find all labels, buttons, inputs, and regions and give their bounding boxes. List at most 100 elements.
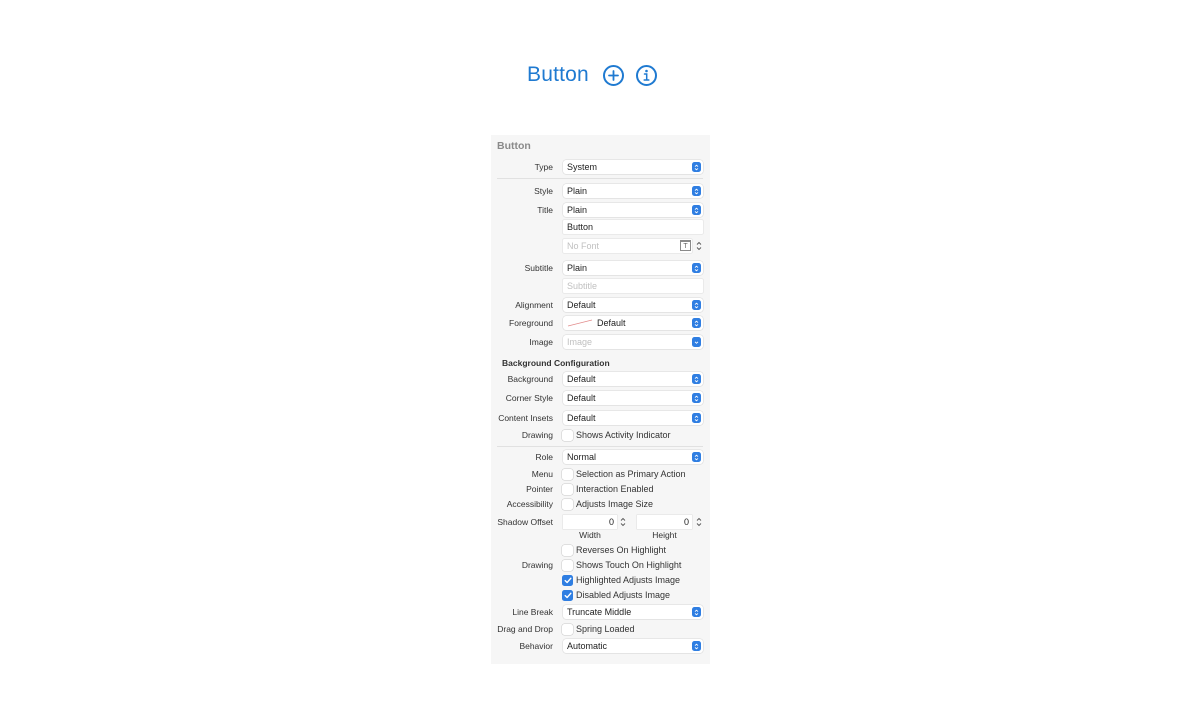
spring-loaded-checkbox[interactable] <box>562 623 573 635</box>
background-select[interactable]: Default <box>563 372 703 386</box>
shadow-height-label: Height <box>652 530 677 540</box>
style-value: Plain <box>567 186 588 196</box>
foreground-value: Default <box>597 318 626 328</box>
foreground-select[interactable]: Default <box>563 316 703 330</box>
adjusts-image-size-checkbox[interactable] <box>562 498 573 510</box>
alignment-row: Alignment Default <box>491 297 710 313</box>
font-placeholder: No Font <box>567 241 600 251</box>
highlighted-adjusts-row: Highlighted Adjusts Image <box>491 573 710 587</box>
role-value: Normal <box>567 452 597 462</box>
corner-style-label: Corner Style <box>505 393 553 403</box>
reverses-row: Reverses On Highlight <box>491 543 710 557</box>
select-stepper-icon <box>692 205 701 215</box>
subtitle-row: Subtitle Plain <box>491 260 710 276</box>
color-swatch-icon <box>567 319 593 327</box>
behavior-value: Automatic <box>567 641 608 651</box>
role-select[interactable]: Normal <box>563 450 703 464</box>
shadow-height-stepper[interactable] <box>695 515 703 529</box>
subtitle-value: Plain <box>567 263 588 273</box>
title-select[interactable]: Plain <box>563 203 703 217</box>
select-stepper-icon <box>692 374 701 384</box>
behavior-select[interactable]: Automatic <box>563 639 703 653</box>
drawing-label: Drawing <box>521 560 553 570</box>
select-stepper-icon <box>692 413 701 423</box>
image-label: Image <box>529 337 553 347</box>
disabled-adjusts-row: Disabled Adjusts Image <box>491 588 710 602</box>
bg-drawing-label: Drawing <box>521 430 553 440</box>
type-select[interactable]: System <box>563 160 703 174</box>
font-size-stepper[interactable] <box>695 239 703 253</box>
plus-circle-icon[interactable] <box>602 64 624 86</box>
chevron-down-icon[interactable] <box>692 337 701 347</box>
line-break-label: Line Break <box>512 607 553 617</box>
content-insets-select[interactable]: Default <box>563 411 703 425</box>
title-text-field[interactable]: Button <box>563 220 703 234</box>
title-text-value: Button <box>567 222 594 232</box>
line-break-value: Truncate Middle <box>567 607 632 617</box>
shows-touch-on-highlight-checkbox[interactable] <box>562 559 573 571</box>
subtitle-text-field[interactable]: Subtitle <box>563 279 703 293</box>
corner-style-select[interactable]: Default <box>563 391 703 405</box>
image-row: Image Image <box>491 334 710 350</box>
shadow-width-field[interactable]: 0 <box>563 515 617 529</box>
image-combo[interactable]: Image <box>563 335 703 349</box>
select-stepper-icon <box>692 300 701 310</box>
activity-indicator-row: Drawing Shows Activity Indicator <box>491 428 710 442</box>
shadow-offset-label: Shadow Offset <box>497 517 553 527</box>
background-configuration-heading: Background Configuration <box>502 358 610 368</box>
interaction-enabled-label: Interaction Enabled <box>576 484 654 494</box>
style-label: Style <box>534 186 553 196</box>
style-row: Style Plain <box>491 183 710 199</box>
subtitle-placeholder: Subtitle <box>567 281 598 291</box>
shows-activity-indicator-label: Shows Activity Indicator <box>576 430 671 440</box>
background-label: Background <box>507 374 553 384</box>
checkmark-icon <box>564 592 571 598</box>
highlighted-adjusts-image-checkbox[interactable] <box>562 574 573 586</box>
button-preview: Button <box>527 58 657 92</box>
behavior-label: Behavior <box>519 641 553 651</box>
line-break-select[interactable]: Truncate Middle <box>563 605 703 619</box>
preview-title[interactable]: Button <box>527 63 589 87</box>
shadow-width-label: Width <box>579 530 601 540</box>
shows-touch-on-highlight-label: Shows Touch On Highlight <box>576 560 682 570</box>
shadow-width-stepper[interactable] <box>619 515 627 529</box>
pointer-label: Pointer <box>526 484 553 494</box>
title-label: Title <box>537 205 553 215</box>
interaction-enabled-checkbox[interactable] <box>562 483 573 495</box>
select-stepper-icon <box>692 162 701 172</box>
behavior-row: Behavior Automatic <box>491 638 710 654</box>
background-value: Default <box>567 374 596 384</box>
select-stepper-icon <box>692 452 701 462</box>
menu-label: Menu <box>531 469 553 479</box>
divider <box>497 178 703 179</box>
select-stepper-icon <box>692 607 701 617</box>
select-stepper-icon <box>692 318 701 328</box>
select-stepper-icon <box>692 393 701 403</box>
pointer-row: Pointer Interaction Enabled <box>491 482 710 496</box>
subtitle-label: Subtitle <box>524 263 553 273</box>
foreground-row: Foreground Default <box>491 315 710 331</box>
shows-activity-indicator-checkbox[interactable] <box>562 429 573 441</box>
drawing-row: Drawing Shows Touch On Highlight <box>491 558 710 572</box>
drag-and-drop-label: Drag and Drop <box>497 624 553 634</box>
role-label: Role <box>535 452 553 462</box>
disabled-adjusts-image-checkbox[interactable] <box>562 589 573 601</box>
background-row: Background Default <box>491 371 710 387</box>
font-picker-icon[interactable]: T <box>680 240 691 251</box>
shadow-height-field[interactable]: 0 <box>637 515 692 529</box>
divider <box>497 446 703 447</box>
reverses-on-highlight-label: Reverses On Highlight <box>576 545 667 555</box>
corner-style-value: Default <box>567 393 596 403</box>
alignment-value: Default <box>567 300 596 310</box>
reverses-on-highlight-checkbox[interactable] <box>562 544 573 556</box>
attributes-inspector: Button Type System Style Plain Title Pla… <box>491 135 710 664</box>
disabled-adjusts-image-label: Disabled Adjusts Image <box>576 590 671 600</box>
selection-primary-action-checkbox[interactable] <box>562 468 573 480</box>
font-field[interactable]: No Font T <box>563 239 692 253</box>
checkmark-icon <box>564 577 571 583</box>
style-select[interactable]: Plain <box>563 184 703 198</box>
info-circle-icon[interactable] <box>635 64 657 86</box>
alignment-select[interactable]: Default <box>563 298 703 312</box>
line-break-row: Line Break Truncate Middle <box>491 604 710 620</box>
subtitle-select[interactable]: Plain <box>563 261 703 275</box>
